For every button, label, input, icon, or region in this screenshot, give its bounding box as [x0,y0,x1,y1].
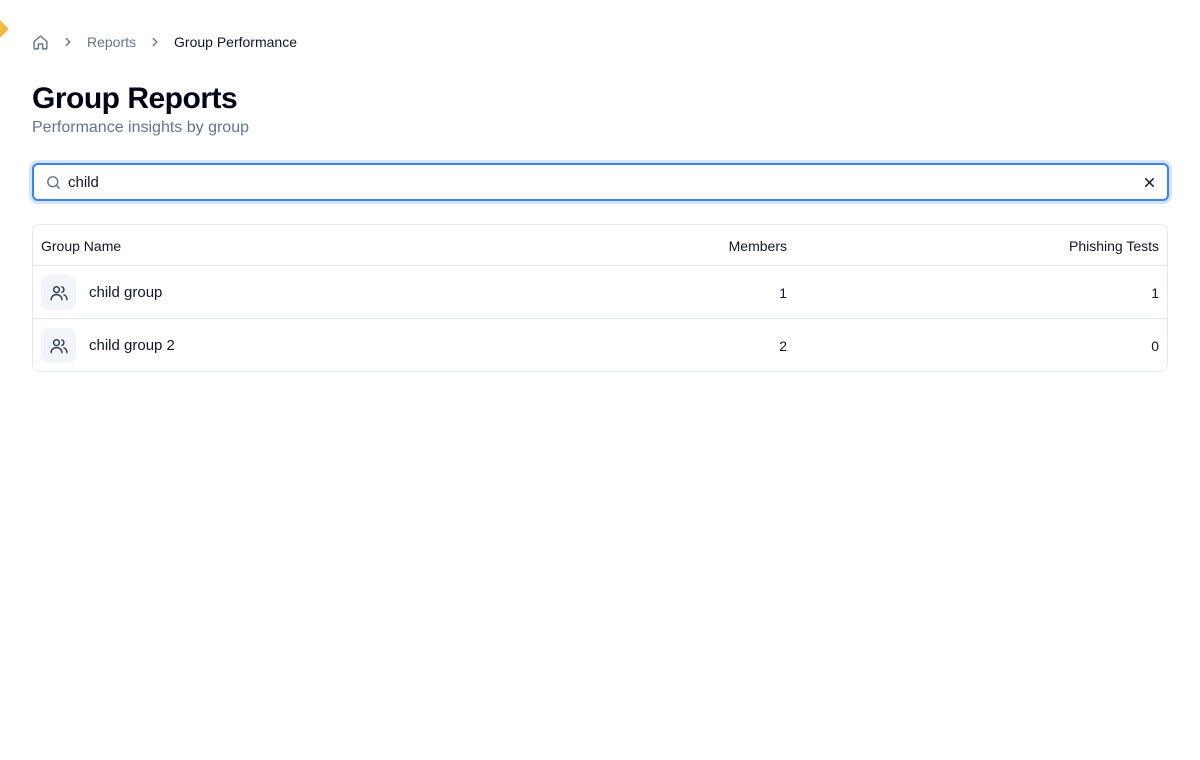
home-icon[interactable] [32,34,49,51]
table-row[interactable]: child group 2 2 0 [33,319,1167,371]
users-icon [41,328,76,363]
phishing-tests-count: 0 [1151,338,1159,354]
chevron-right-icon [148,35,162,49]
breadcrumb-item-group-performance: Group Performance [174,34,297,50]
group-name: child group 2 [89,337,175,354]
group-table: Group Name Members Phishing Tests child … [32,224,1168,372]
group-name: child group [89,284,163,301]
page-title: Group Reports [32,82,238,115]
close-icon[interactable] [1140,173,1158,191]
breadcrumb-item-reports[interactable]: Reports [87,34,136,50]
column-header-phishing-tests[interactable]: Phishing Tests [1069,237,1159,255]
members-count: 2 [779,338,787,354]
table-row[interactable]: child group 1 1 [33,266,1167,319]
table-header: Group Name Members Phishing Tests [33,225,1167,266]
search-input[interactable] [68,165,1133,199]
users-icon [41,275,76,310]
search-icon [45,174,62,191]
column-header-members[interactable]: Members [729,237,787,255]
column-header-group-name[interactable]: Group Name [41,237,121,255]
breadcrumb: Reports Group Performance [32,32,297,52]
phishing-tests-count: 1 [1151,285,1159,301]
edge-accent-shape [0,19,9,39]
search-bar [32,163,1169,201]
members-count: 1 [779,285,787,301]
chevron-right-icon [61,35,75,49]
page-subtitle: Performance insights by group [32,119,249,136]
